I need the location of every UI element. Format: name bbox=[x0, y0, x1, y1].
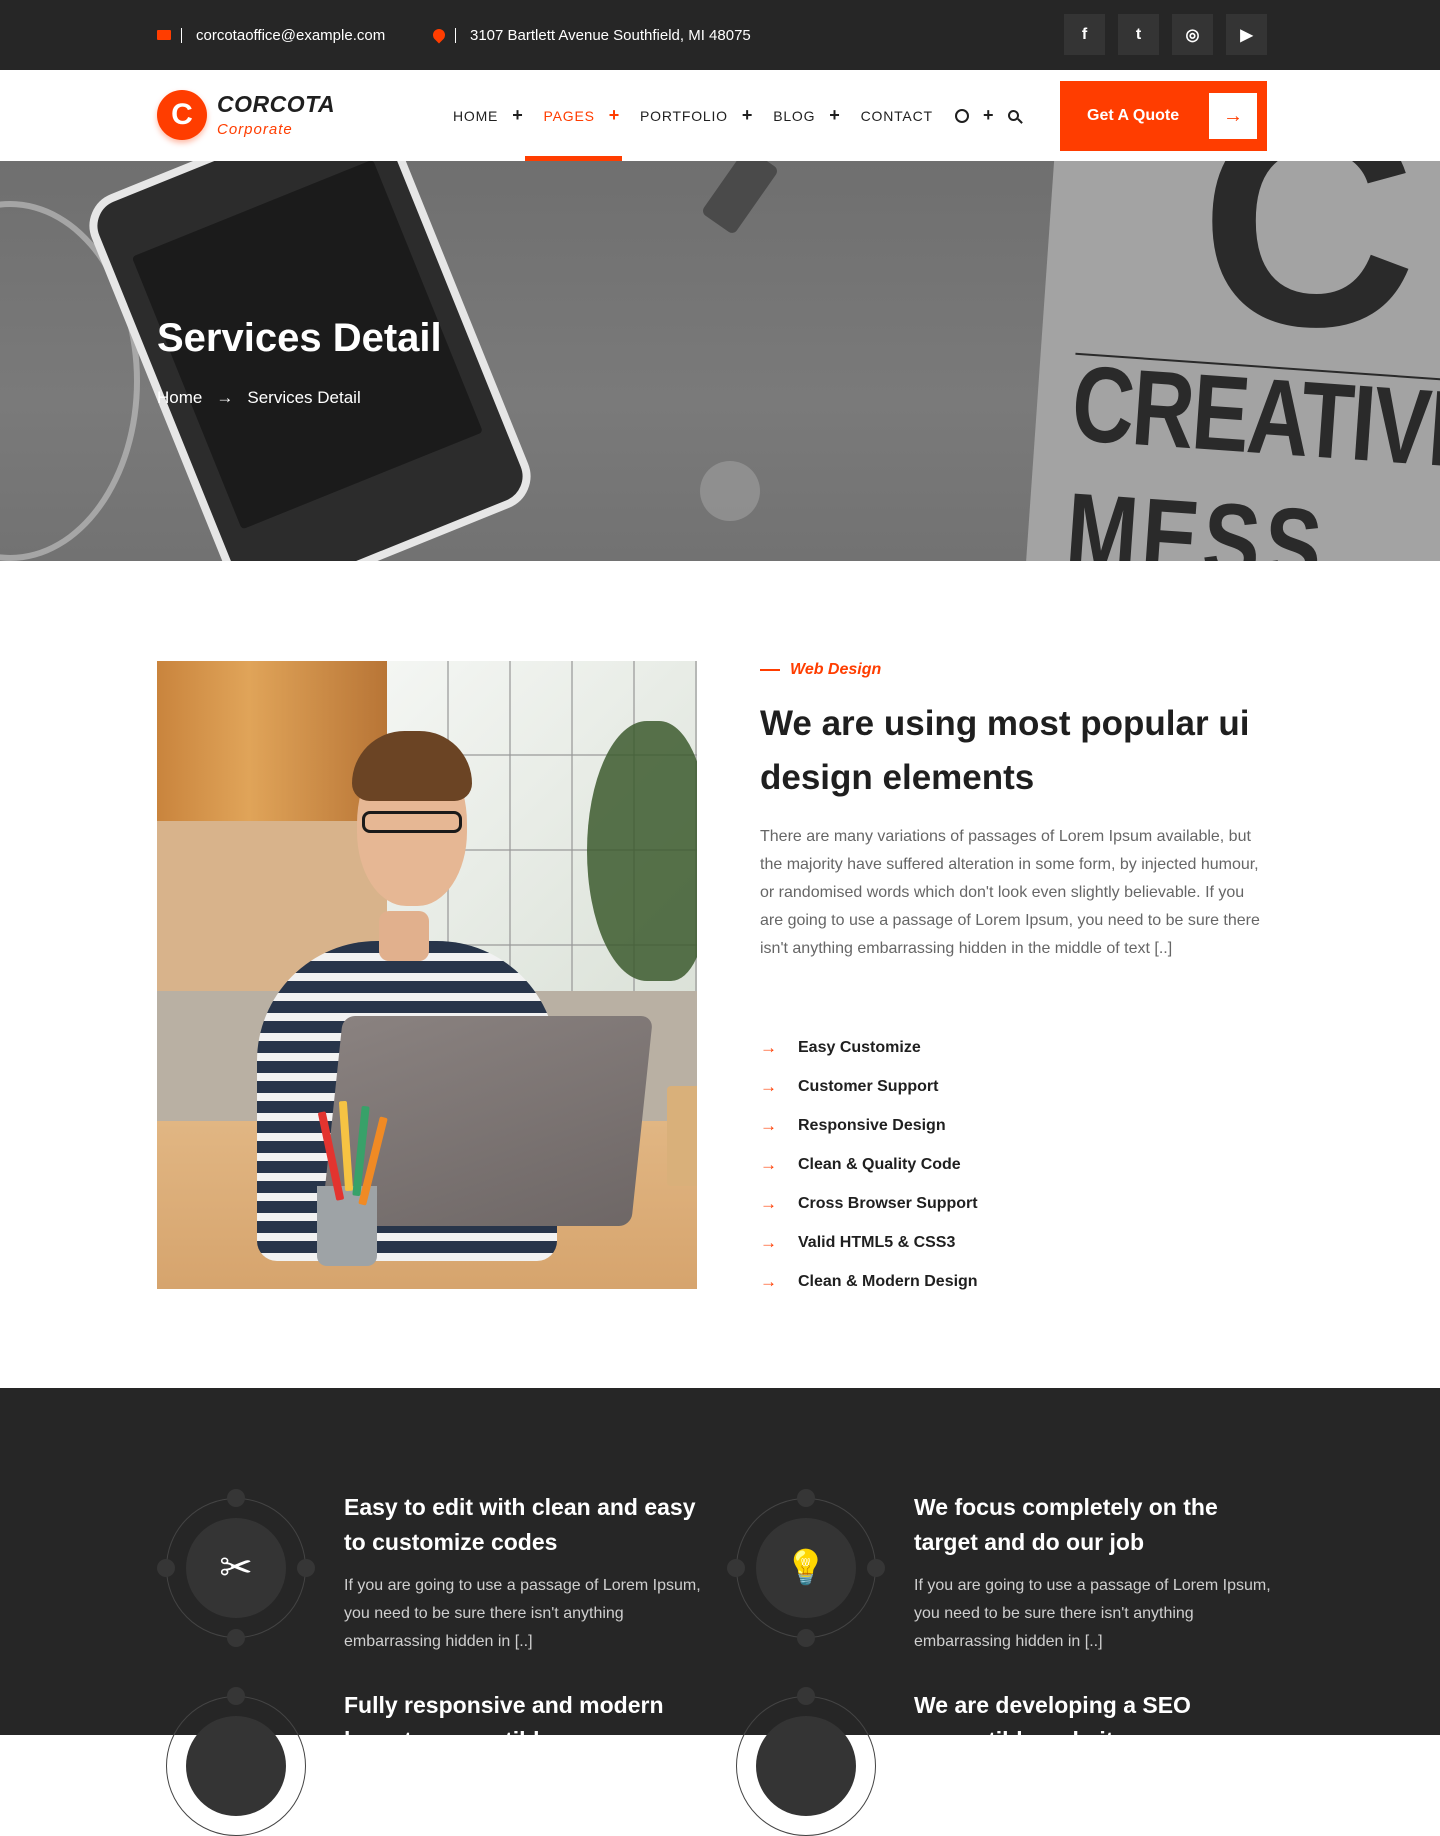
arrow-right-icon: → bbox=[760, 1115, 777, 1135]
plus-icon[interactable]: + bbox=[829, 105, 840, 126]
address-text: 3107 Bartlett Avenue Southfield, MI 4807… bbox=[470, 26, 751, 44]
youtube-icon[interactable]: ▶ bbox=[1226, 14, 1267, 55]
highlight-text: If you are going to use a passage of Lor… bbox=[914, 1577, 1271, 1650]
search-icon[interactable] bbox=[1007, 110, 1019, 121]
location-pin-icon bbox=[430, 26, 448, 44]
highlight-text: If you are going to use a passage of Lor… bbox=[344, 1577, 701, 1650]
arrow-right-icon: → bbox=[760, 1076, 777, 1096]
highlights-section: ✂ Easy to edit with clean and easy to cu… bbox=[0, 1388, 1440, 1836]
plus-icon[interactable]: + bbox=[742, 105, 753, 126]
highlight-title: Easy to edit with clean and easy to cust… bbox=[344, 1494, 696, 1555]
nav-contact[interactable]: CONTACT bbox=[861, 70, 933, 161]
nav-label: CONTACT bbox=[860, 107, 933, 124]
page-banner: C CREATIVE MESS Services Detail Home → S… bbox=[0, 161, 1440, 561]
plus-icon[interactable]: + bbox=[512, 105, 523, 126]
divider bbox=[181, 27, 182, 43]
nav-label: HOME bbox=[453, 107, 499, 124]
top-bar: corcotaoffice@example.com 3107 Bartlett … bbox=[0, 0, 1440, 70]
social-links: f t ◎ ▶ bbox=[1064, 14, 1267, 55]
instagram-icon[interactable]: ◎ bbox=[1172, 14, 1213, 55]
nav-blog[interactable]: BLOG + bbox=[773, 70, 840, 161]
nav-label: BLOG bbox=[773, 107, 816, 124]
background-letter: C bbox=[1200, 161, 1417, 389]
highlight-title: We are developing a SEO compatible websi… bbox=[914, 1692, 1191, 1753]
arrow-right-icon: → bbox=[216, 388, 234, 407]
arrow-right-icon: → bbox=[760, 1037, 777, 1057]
kicker-dash bbox=[760, 669, 780, 671]
email-text[interactable]: corcotaoffice@example.com bbox=[196, 27, 385, 44]
list-item: → Customer Support bbox=[760, 1067, 978, 1106]
top-address: 3107 Bartlett Avenue Southfield, MI 4807… bbox=[430, 0, 751, 70]
facebook-icon[interactable]: f bbox=[1064, 14, 1105, 55]
nav-home[interactable]: HOME + bbox=[453, 70, 524, 161]
feature-label: Responsive Design bbox=[798, 1116, 946, 1134]
arrow-right-icon: → bbox=[760, 1193, 777, 1213]
feature-label: Easy Customize bbox=[798, 1038, 921, 1056]
feature-label: Valid HTML5 & CSS3 bbox=[798, 1233, 956, 1251]
logo-tagline: Corporate bbox=[217, 121, 293, 138]
list-item: → Responsive Design bbox=[760, 1106, 978, 1145]
section-kicker: Web Design bbox=[760, 661, 881, 679]
main-header: C CORCOTA Corporate HOME + PAGES + PORTF… bbox=[0, 70, 1440, 161]
feature-label: Clean & Quality Code bbox=[798, 1155, 961, 1173]
background-earbud bbox=[700, 461, 760, 521]
feature-label: Cross Browser Support bbox=[798, 1194, 978, 1212]
background-pen bbox=[700, 161, 780, 236]
list-item: → Cross Browser Support bbox=[760, 1184, 978, 1223]
logo-name: CORCOTA bbox=[217, 91, 336, 117]
nav-pages[interactable]: PAGES + bbox=[524, 70, 623, 161]
logo-mark: C bbox=[157, 90, 207, 140]
responsive-icon bbox=[166, 1687, 306, 1836]
list-item: → Clean & Quality Code bbox=[760, 1145, 978, 1184]
nav-label: PORTFOLIO bbox=[640, 107, 728, 124]
highlight-title: We focus completely on the target and do… bbox=[914, 1494, 1218, 1555]
list-item: → Valid HTML5 & CSS3 bbox=[760, 1223, 978, 1262]
arrow-right-icon: → bbox=[760, 1232, 777, 1252]
breadcrumb-current: Services Detail bbox=[247, 388, 361, 407]
section-headline: We are using most popular ui design elem… bbox=[760, 704, 1250, 797]
lightbulb-brain-icon: 💡 bbox=[727, 1489, 885, 1647]
nav-label: PAGES bbox=[543, 107, 595, 124]
divider bbox=[455, 27, 456, 43]
highlight-title: Fully responsive and modern layouts comp… bbox=[344, 1692, 664, 1753]
main-nav: HOME + PAGES + PORTFOLIO + BLOG + CONTAC… bbox=[453, 70, 953, 161]
list-item: → Easy Customize bbox=[760, 1028, 978, 1067]
breadcrumb: Home → Services Detail bbox=[157, 388, 361, 408]
top-email[interactable]: corcotaoffice@example.com bbox=[157, 0, 385, 70]
breadcrumb-home[interactable]: Home bbox=[157, 388, 202, 408]
tools-icon: ✂ bbox=[157, 1489, 315, 1647]
nav-portfolio[interactable]: PORTFOLIO + bbox=[640, 70, 753, 161]
twitter-icon[interactable]: t bbox=[1118, 14, 1159, 55]
arrow-right-icon: → bbox=[1209, 93, 1257, 139]
section-paragraph: There are many variations of passages of… bbox=[760, 828, 1260, 957]
plus-icon[interactable]: + bbox=[609, 105, 620, 126]
list-item: → Clean & Modern Design bbox=[760, 1262, 978, 1301]
logo-text: CORCOTA Corporate bbox=[217, 91, 336, 138]
nav-tools: + bbox=[955, 70, 1019, 161]
envelope-icon bbox=[157, 30, 171, 40]
feature-label: Clean & Modern Design bbox=[798, 1272, 978, 1290]
arrow-right-icon: → bbox=[760, 1154, 777, 1174]
get-a-quote-button[interactable]: Get A Quote → bbox=[1060, 81, 1267, 151]
feature-label: Customer Support bbox=[798, 1077, 939, 1095]
kicker-text: Web Design bbox=[790, 661, 882, 678]
service-photo bbox=[157, 661, 697, 1289]
feature-list: → Easy Customize → Customer Support → Respo… bbox=[760, 1028, 978, 1301]
arrow-right-icon: → bbox=[760, 1271, 777, 1291]
seo-icon bbox=[736, 1687, 876, 1836]
site-logo[interactable]: C CORCOTA Corporate bbox=[157, 90, 335, 140]
language-plus-icon[interactable]: + bbox=[983, 105, 994, 126]
globe-icon[interactable] bbox=[955, 108, 969, 123]
background-phone bbox=[79, 161, 541, 561]
quote-label: Get A Quote bbox=[1087, 107, 1180, 124]
page-title: Services Detail bbox=[157, 316, 442, 360]
